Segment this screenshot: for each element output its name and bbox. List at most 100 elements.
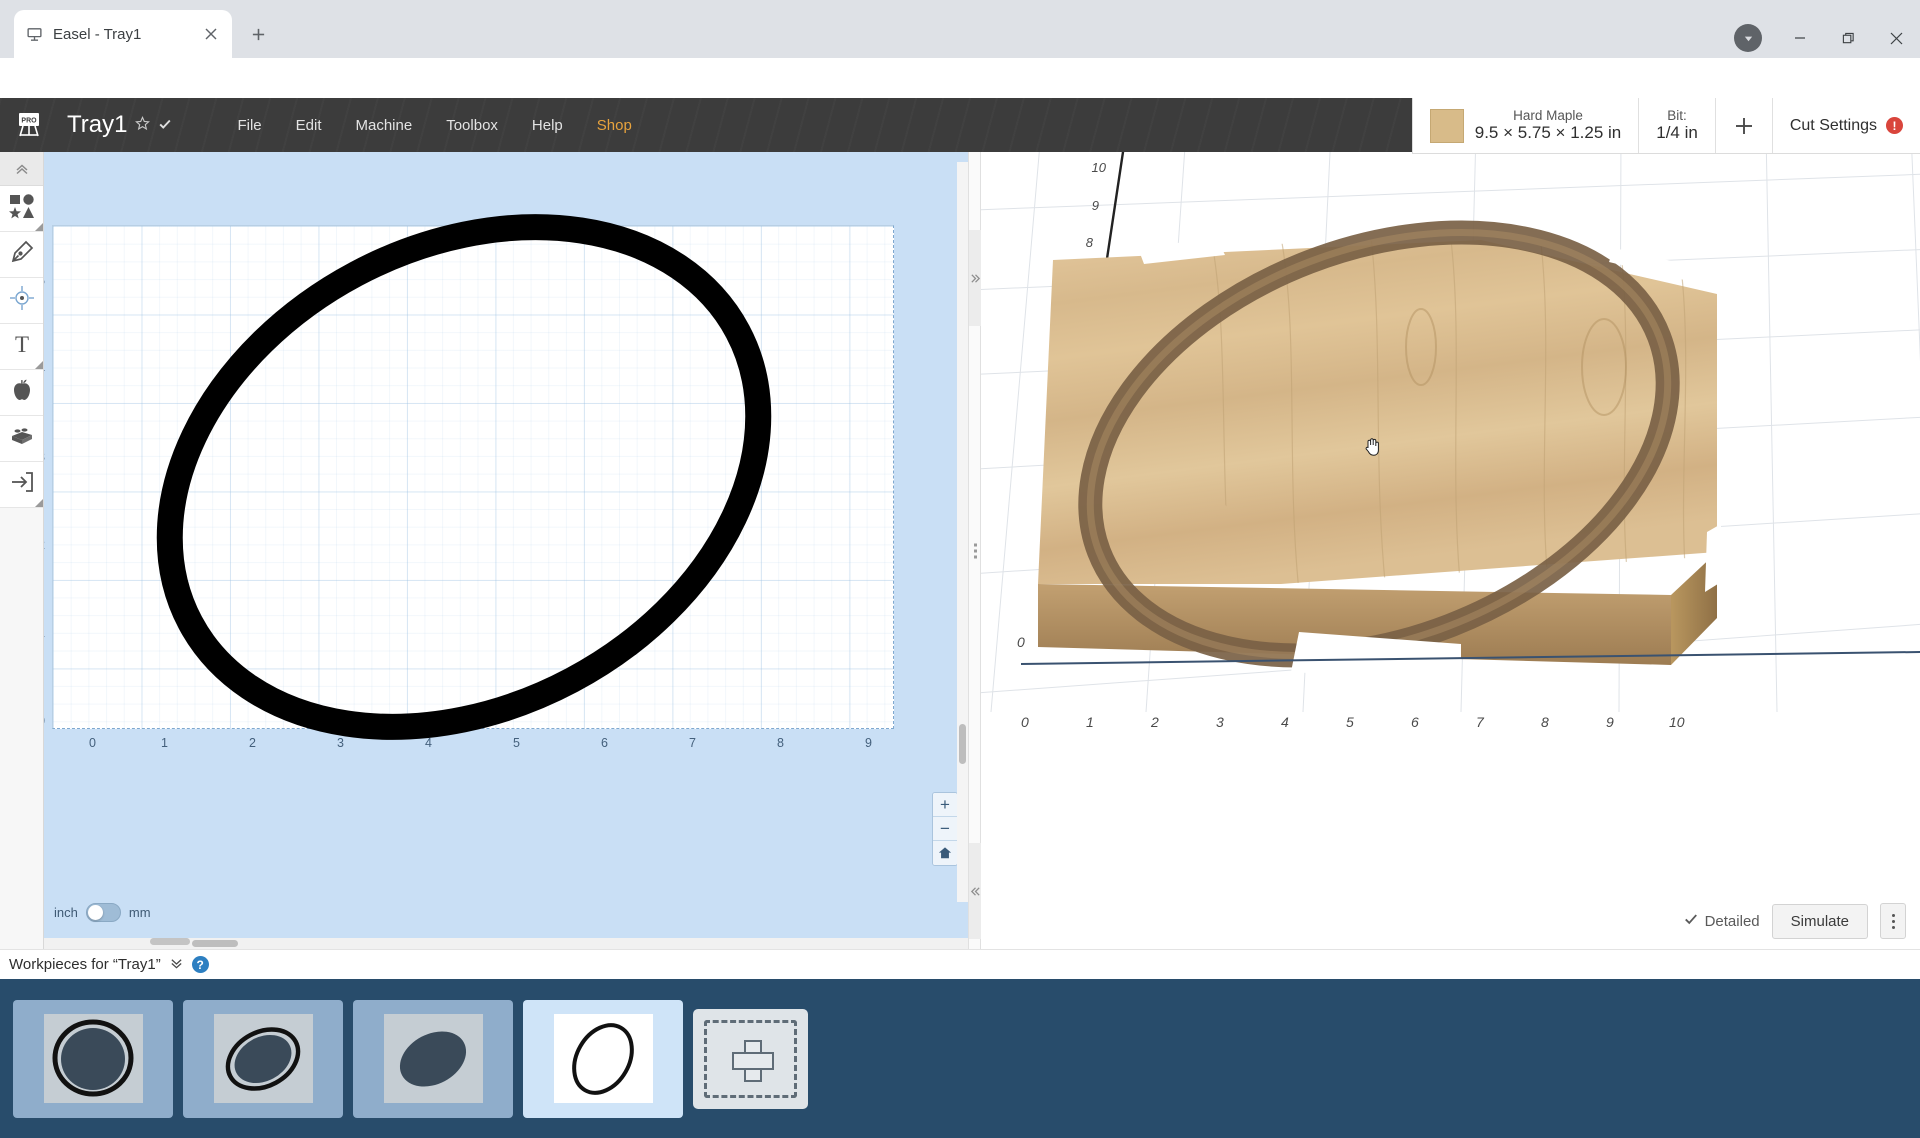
sidebar-item-apps[interactable] <box>0 370 43 416</box>
browser-tab-title: Easel - Tray1 <box>53 25 142 43</box>
menu-help[interactable]: Help <box>515 111 580 140</box>
easel-app: PRO Tray1 File Edit Machine Toolbox Help <box>0 58 1920 1138</box>
3d-x-tick-0: 0 <box>1021 714 1029 730</box>
workpiece-card-3[interactable] <box>353 999 513 1118</box>
maximize-icon[interactable] <box>1824 18 1872 58</box>
canvas-scroll-thumb-vertical[interactable] <box>959 724 966 764</box>
sidebar-item-3d-models[interactable] <box>0 416 43 462</box>
target-icon <box>9 285 35 316</box>
sidebar-item-center-point[interactable] <box>0 278 43 324</box>
unit-label-mm: mm <box>128 905 151 920</box>
x-tick-0: 0 <box>89 736 96 750</box>
y-tick-2: 2 <box>44 538 45 552</box>
add-workpiece-dashed-frame <box>704 1019 797 1098</box>
profile-avatar-icon[interactable] <box>1734 24 1762 52</box>
canvas-workarea[interactable] <box>52 225 894 729</box>
home-icon[interactable] <box>933 841 957 865</box>
material-dimensions: 9.5 × 5.75 × 1.25 in <box>1474 123 1622 142</box>
menu-toolbox[interactable]: Toolbox <box>429 111 515 140</box>
menu-machine[interactable]: Machine <box>339 111 430 140</box>
submenu-corner-icon <box>35 361 43 369</box>
3d-origin-label: 0 <box>1017 634 1025 650</box>
x-tick-5: 5 <box>513 736 520 750</box>
tray-resize-grip[interactable] <box>150 938 190 945</box>
submenu-corner-icon <box>35 223 43 231</box>
kebab-menu-icon[interactable] <box>1880 903 1906 939</box>
design-canvas[interactable]: 0 1 2 3 4 5 6 7 8 9 0 1 2 3 4 5 + − <box>44 152 968 949</box>
svg-text:T: T <box>14 332 28 357</box>
tool-rail: T <box>0 152 44 949</box>
close-icon[interactable] <box>1872 18 1920 58</box>
sidebar-item-shapes[interactable] <box>0 186 43 232</box>
3d-preview[interactable]: 10 9 8 0 0 1 2 3 4 5 6 7 8 9 10 Detailed… <box>981 152 1920 949</box>
add-workpiece-button[interactable] <box>693 1008 808 1109</box>
3d-x-tick-9: 9 <box>1606 714 1614 730</box>
star-outline-icon[interactable] <box>135 115 151 135</box>
unit-label-inch: inch <box>54 905 78 920</box>
plus-icon <box>731 1039 774 1082</box>
workpiece-thumbnail <box>213 1014 313 1103</box>
add-bit-button[interactable] <box>1716 98 1773 153</box>
workpieces-title: Workpieces for “Tray1” <box>9 956 161 973</box>
ellipse-outline-filled-icon <box>225 1026 301 1091</box>
zoom-in-button[interactable]: + <box>933 793 957 817</box>
canvas-zoom-controls: + − <box>932 792 958 866</box>
unit-toggle[interactable]: inch mm <box>54 903 151 922</box>
workpiece-card-4[interactable] <box>523 999 683 1118</box>
x-tick-3: 3 <box>337 736 344 750</box>
sidebar-item-draw[interactable] <box>0 232 43 278</box>
browser-tabstrip: Easel - Tray1 <box>0 0 1920 58</box>
unit-toggle-knob <box>87 905 103 920</box>
submenu-corner-icon <box>35 499 43 507</box>
workpieces-header: Workpieces for “Tray1” ? <box>0 949 1920 979</box>
ellipse-outline-icon <box>572 1022 634 1095</box>
shapes-icon <box>8 193 35 224</box>
page-title[interactable]: Tray1 <box>67 111 127 139</box>
bit-cell[interactable]: Bit: 1/4 in <box>1639 98 1716 153</box>
y-tick-5: 5 <box>44 274 45 288</box>
unit-toggle-switch[interactable] <box>85 903 121 922</box>
ellipse-filled-icon <box>399 1030 467 1087</box>
check-icon <box>158 117 172 134</box>
x-tick-2: 2 <box>249 736 256 750</box>
menu-edit[interactable]: Edit <box>279 111 339 140</box>
sidebar-item-import[interactable] <box>0 462 43 508</box>
new-tab-button[interactable] <box>241 17 275 51</box>
simulate-button[interactable]: Simulate <box>1771 903 1868 939</box>
workpiece-card-2[interactable] <box>183 999 343 1118</box>
help-circle-icon[interactable]: ? <box>191 956 209 973</box>
canvas-scrollbar-vertical[interactable] <box>957 162 968 902</box>
3d-x-tick-4: 4 <box>1281 714 1289 730</box>
easel-pro-logo-icon[interactable]: PRO <box>9 105 49 145</box>
y-tick-4: 4 <box>44 362 45 376</box>
canvas-scroll-thumb-horizontal[interactable] <box>192 940 238 947</box>
material-swatch <box>1429 108 1464 143</box>
workpiece-thumbnail <box>43 1014 143 1103</box>
close-icon[interactable] <box>200 23 222 45</box>
y-axis-tick-9: 9 <box>1092 198 1099 213</box>
x-tick-8: 8 <box>777 736 784 750</box>
browser-tab[interactable]: Easel - Tray1 <box>14 10 232 58</box>
3d-x-tick-10: 10 <box>1669 714 1685 730</box>
detailed-label: Detailed <box>1704 912 1760 930</box>
pen-nib-icon <box>9 239 35 270</box>
workpiece-thumbnail <box>553 1014 653 1103</box>
y-tick-1: 1 <box>44 626 45 640</box>
detailed-toggle[interactable]: Detailed <box>1684 912 1760 930</box>
material-cell[interactable]: Hard Maple 9.5 × 5.75 × 1.25 in <box>1413 98 1640 153</box>
3d-cut-gap-right <box>1705 524 1721 592</box>
zoom-out-button[interactable]: − <box>933 817 957 841</box>
menu-file[interactable]: File <box>220 111 278 140</box>
check-icon <box>1684 912 1698 930</box>
minimize-icon[interactable] <box>1776 18 1824 58</box>
y-tick-3: 3 <box>44 450 45 464</box>
workpiece-card-1[interactable] <box>13 999 173 1118</box>
chevron-up-icon[interactable] <box>0 152 43 186</box>
y-tick-0: 0 <box>44 714 45 728</box>
menu-shop[interactable]: Shop <box>580 111 649 140</box>
cut-settings-button[interactable]: Cut Settings ! <box>1773 98 1920 153</box>
3d-x-tick-1: 1 <box>1086 714 1094 730</box>
chevron-down-double-icon[interactable] <box>170 957 183 973</box>
sidebar-item-text[interactable]: T <box>0 324 43 370</box>
panel-splitter[interactable] <box>968 152 982 949</box>
